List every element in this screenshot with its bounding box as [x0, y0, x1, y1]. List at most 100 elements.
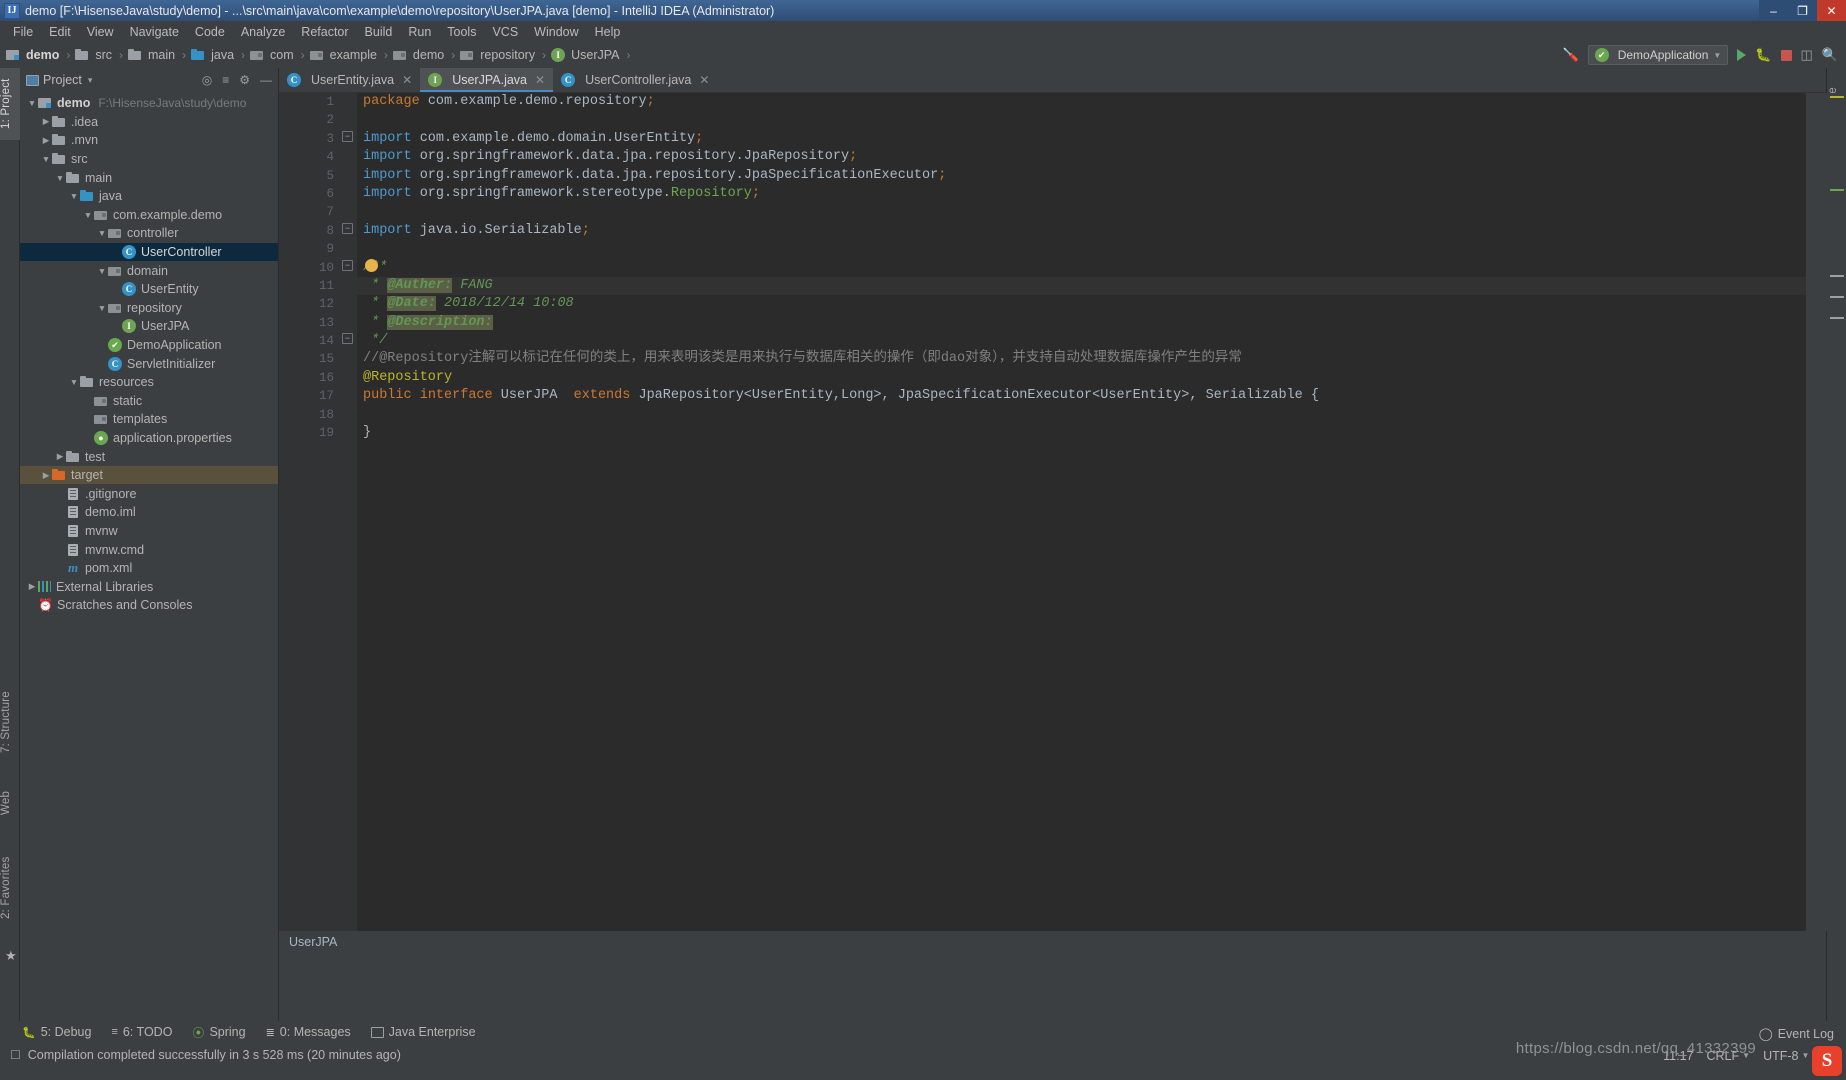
code-line[interactable]: * @Auther: FANG	[357, 276, 1806, 296]
code-line[interactable]	[357, 203, 1806, 221]
menu-refactor[interactable]: Refactor	[293, 23, 356, 41]
line-number[interactable]: 17✿	[279, 387, 353, 405]
tree-node--idea[interactable]: ▶ .idea	[20, 113, 278, 132]
encoding-selector[interactable]: UTF-8 ▼	[1763, 1049, 1809, 1063]
editor-breadcrumb-label[interactable]: UserJPA	[289, 935, 337, 949]
menu-file[interactable]: File	[5, 23, 41, 41]
sidebar-item-structure[interactable]: 7: Structure	[0, 678, 20, 766]
tree-node-controller[interactable]: ▼ controller	[20, 224, 278, 243]
code-line[interactable]: }	[357, 424, 1806, 442]
line-number[interactable]: 2	[279, 111, 339, 129]
line-number[interactable]: 7	[279, 203, 339, 221]
line-number[interactable]: 6	[279, 185, 339, 203]
tree-node-userentity[interactable]: C UserEntity	[20, 280, 278, 299]
chevron-down-icon[interactable]: ▼	[54, 173, 66, 183]
line-number[interactable]: 4	[279, 148, 339, 166]
chevron-down-icon[interactable]: ▾	[88, 75, 93, 86]
collapse-all-icon[interactable]: ≡	[222, 73, 229, 87]
tree-node-demoapplication[interactable]: ✔ DemoApplication	[20, 336, 278, 355]
fold-marker[interactable]: −	[342, 333, 353, 344]
line-number[interactable]: 3	[279, 130, 339, 148]
line-number[interactable]: 13	[279, 314, 339, 332]
project-tree[interactable]: ▼ demo F:\HisenseJava\study\demo ▶ .idea ▶ .mv…	[20, 92, 278, 615]
tree-node-repository[interactable]: ▼ repository	[20, 299, 278, 318]
fold-marker[interactable]: −	[342, 260, 353, 271]
tree-node-resources[interactable]: ▼ resources	[20, 373, 278, 392]
tree-node-main[interactable]: ▼ main	[20, 168, 278, 187]
favorites-star-icon[interactable]: ★	[5, 948, 17, 964]
menu-vcs[interactable]: VCS	[484, 23, 526, 41]
sidebar-item-web[interactable]: Web	[0, 778, 20, 828]
tree-node-demo[interactable]: ▼ demo F:\HisenseJava\study\demo	[20, 94, 278, 113]
bottom-item-todo[interactable]: ≡ 6: TODO	[111, 1025, 172, 1039]
tree-node-java[interactable]: ▼ java	[20, 187, 278, 206]
tree-node-scratches-and-consoles[interactable]: ⏰ Scratches and Consoles	[20, 596, 278, 615]
breadcrumb-item-src[interactable]: src	[75, 48, 114, 62]
minimize-button[interactable]: –	[1759, 0, 1788, 21]
tree-node-mvnw[interactable]: mvnw	[20, 522, 278, 541]
line-number[interactable]: 10	[279, 259, 339, 277]
chevron-down-icon[interactable]: ▼	[96, 303, 108, 313]
chevron-down-icon[interactable]: ▼	[96, 266, 108, 276]
line-number[interactable]: 5	[279, 167, 339, 185]
tree-node-mvnw-cmd[interactable]: mvnw.cmd	[20, 540, 278, 559]
intention-bulb-icon[interactable]	[365, 258, 379, 272]
menu-code[interactable]: Code	[187, 23, 233, 41]
bottom-item-java-enterprise[interactable]: Java Enterprise	[370, 1025, 476, 1039]
code-line[interactable]: import org.springframework.data.jpa.repo…	[357, 148, 1806, 166]
code-line[interactable]: * @Date: 2018/12/14 10:08	[357, 295, 1806, 313]
menu-tools[interactable]: Tools	[439, 23, 484, 41]
line-number[interactable]: 9	[279, 240, 339, 258]
close-icon[interactable]: ✕	[699, 73, 709, 87]
tree-node-servletinitializer[interactable]: C ServletInitializer	[20, 354, 278, 373]
code-line[interactable]: import org.springframework.data.jpa.repo…	[357, 167, 1806, 185]
tree-node-domain[interactable]: ▼ domain	[20, 261, 278, 280]
run-icon[interactable]	[1737, 49, 1747, 61]
code-editor[interactable]: 12345678910111213141516✿17✿1819 − − − − …	[279, 93, 1806, 931]
line-number[interactable]: 16✿	[279, 369, 353, 387]
chevron-down-icon[interactable]: ▼	[68, 191, 80, 201]
settings-gear-icon[interactable]: ⚙	[239, 73, 250, 87]
code-line[interactable]: import org.springframework.stereotype.Re…	[357, 185, 1806, 203]
line-number[interactable]: 12	[279, 295, 339, 313]
code-line[interactable]	[357, 406, 1806, 424]
tree-node-demo-iml[interactable]: demo.iml	[20, 503, 278, 522]
breadcrumb-item-demo-pkg[interactable]: demo	[392, 48, 446, 62]
bottom-item-messages[interactable]: ≣ 0: Messages	[266, 1025, 351, 1039]
fold-marker[interactable]: −	[342, 131, 353, 142]
breadcrumb-item-java[interactable]: java	[191, 48, 236, 62]
debug-icon[interactable]: 🐛	[1755, 47, 1771, 63]
menu-run[interactable]: Run	[400, 23, 439, 41]
breadcrumb-item-com[interactable]: com	[250, 48, 296, 62]
status-message-label[interactable]: Compilation completed successfully in 3 …	[28, 1048, 401, 1062]
chevron-right-icon[interactable]: ▶	[40, 135, 52, 146]
code-line[interactable]: import java.io.Serializable;	[357, 222, 1806, 240]
code-line[interactable]: import com.example.demo.domain.UserEntit…	[357, 130, 1806, 148]
code-line[interactable]: package com.example.demo.repository;	[357, 93, 1806, 111]
line-number-gutter[interactable]: 12345678910111213141516✿17✿1819	[279, 93, 353, 931]
code-line[interactable]	[357, 111, 1806, 129]
line-number[interactable]: 11	[279, 277, 339, 295]
chevron-right-icon[interactable]: ▶	[54, 451, 66, 462]
menu-navigate[interactable]: Navigate	[122, 23, 187, 41]
chevron-right-icon[interactable]: ▶	[40, 116, 52, 127]
line-number[interactable]: 8	[279, 222, 339, 240]
code-line[interactable]	[357, 240, 1806, 258]
tree-node-pom-xml[interactable]: m pom.xml	[20, 559, 278, 578]
menu-build[interactable]: Build	[357, 23, 401, 41]
tree-node-usercontroller[interactable]: C UserController	[20, 242, 278, 262]
hide-icon[interactable]: —	[260, 73, 272, 87]
menu-view[interactable]: View	[79, 23, 122, 41]
line-number[interactable]: 18	[279, 406, 339, 424]
line-number[interactable]: 19	[279, 424, 339, 442]
code-line[interactable]: @Repository	[357, 369, 1806, 387]
stop-icon[interactable]	[1780, 49, 1792, 61]
chevron-right-icon[interactable]: ▶	[40, 470, 52, 481]
breadcrumb-item-demo[interactable]: demo	[6, 48, 61, 62]
tree-node-static[interactable]: static	[20, 392, 278, 411]
close-button[interactable]: ✕	[1817, 0, 1846, 21]
code-content[interactable]: package com.example.demo.repository; imp…	[357, 93, 1806, 931]
line-number[interactable]: 1	[279, 93, 339, 111]
tree-node--gitignore[interactable]: .gitignore	[20, 484, 278, 503]
tree-node-test[interactable]: ▶ test	[20, 447, 278, 466]
